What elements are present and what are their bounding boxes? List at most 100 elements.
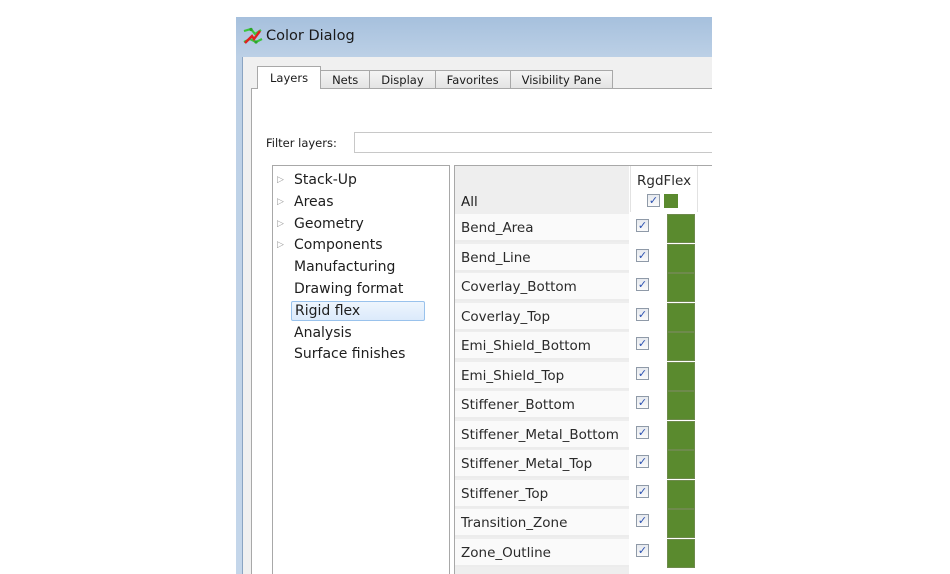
layer-row: Coverlay_Bottom ✓ — [455, 273, 695, 302]
visibility-cell: ✓ — [630, 302, 662, 331]
expand-arrow-icon[interactable]: ▷ — [277, 235, 291, 255]
layer-color-swatch[interactable] — [667, 538, 695, 568]
layer-row: Bend_Area ✓ — [455, 214, 695, 243]
tab-nets[interactable]: Nets — [320, 70, 371, 89]
layer-visibility-checkbox[interactable]: ✓ — [636, 219, 649, 232]
layer-row: Stiffener_Bottom ✓ — [455, 391, 695, 420]
tree-item-label: Areas — [294, 193, 334, 210]
layer-name: Zone_Outline — [455, 538, 629, 567]
layer-row: Stiffener_Top ✓ — [455, 479, 695, 509]
expand-arrow-icon[interactable]: ▷ — [277, 214, 291, 234]
layer-color-swatch[interactable] — [667, 509, 695, 538]
layer-color-swatch[interactable] — [667, 243, 695, 273]
visibility-cell: ✓ — [630, 391, 662, 419]
layer-name: Stiffener_Metal_Top — [455, 450, 629, 478]
tree-item-label: Surface finishes — [294, 346, 406, 363]
layer-row: Stiffener_Metal_Bottom ✓ — [455, 420, 695, 450]
layer-name: Emi_Shield_Top — [455, 361, 629, 390]
layer-visibility-checkbox[interactable]: ✓ — [636, 396, 649, 409]
visibility-cell: ✓ — [630, 538, 662, 567]
layer-color-grid: All RgdFlex ✓ Bend_Area ✓ Bend_Line ✓ Coverl… — [454, 165, 712, 574]
layer-visibility-checkbox[interactable]: ✓ — [636, 484, 649, 498]
tree-item-surface-finishes[interactable]: Surface finishes — [277, 344, 408, 364]
layer-name: Stiffener_Metal_Bottom — [455, 420, 629, 449]
tree-item-stack-up[interactable]: ▷ Stack-Up — [277, 170, 360, 190]
expand-arrow-icon[interactable]: ▷ — [277, 192, 291, 212]
layer-visibility-checkbox[interactable]: ✓ — [636, 455, 649, 468]
layer-row: Emi_Shield_Bottom ✓ — [455, 332, 695, 361]
visibility-cell: ✓ — [630, 509, 662, 537]
tree-item-manufacturing[interactable]: Manufacturing — [277, 257, 398, 277]
rgdflex-all-checkbox[interactable]: ✓ — [647, 194, 660, 207]
tree-item-rigid-flex[interactable]: Rigid flex — [277, 300, 425, 321]
tab-layers[interactable]: Layers — [257, 66, 322, 89]
tree-item-analysis[interactable]: Analysis — [277, 323, 355, 343]
visibility-cell: ✓ — [630, 361, 662, 390]
visibility-cell: ✓ — [630, 450, 662, 478]
rgdflex-column-header: RgdFlex ✓ — [630, 166, 698, 212]
layers-tab-page: Filter layers: ▷ Stack-Up ▷ Areas ▷ Geometry ▷… — [251, 88, 712, 574]
layer-visibility-checkbox[interactable]: ✓ — [636, 278, 649, 291]
layer-name: Coverlay_Top — [455, 302, 629, 331]
layer-category-tree: ▷ Stack-Up ▷ Areas ▷ Geometry ▷ Components Manuf… — [272, 165, 450, 574]
layer-row: Coverlay_Top ✓ — [455, 302, 695, 332]
visibility-cell: ✓ — [630, 243, 662, 272]
layer-name: Bend_Area — [455, 214, 629, 242]
tree-item-geometry[interactable]: ▷ Geometry — [277, 214, 367, 234]
tree-item-label: Analysis — [294, 324, 352, 341]
layer-name: Bend_Line — [455, 243, 629, 272]
rgdflex-column-name: RgdFlex — [637, 173, 692, 189]
layer-name: Coverlay_Bottom — [455, 273, 629, 301]
visibility-cell: ✓ — [630, 273, 662, 301]
tree-item-label: Rigid flex — [291, 300, 425, 321]
layer-visibility-checkbox[interactable]: ✓ — [636, 543, 649, 557]
tree-item-label: Stack-Up — [294, 172, 357, 188]
layer-visibility-checkbox[interactable]: ✓ — [636, 248, 649, 262]
layer-color-swatch[interactable] — [667, 361, 695, 391]
layer-visibility-checkbox[interactable]: ✓ — [636, 425, 649, 439]
window-title: Color Dialog — [266, 28, 355, 44]
tree-item-label: Geometry — [294, 215, 364, 232]
layer-visibility-checkbox[interactable]: ✓ — [636, 514, 649, 527]
layer-color-swatch[interactable] — [667, 450, 695, 479]
filter-layers-input[interactable] — [354, 132, 712, 153]
layer-color-swatch[interactable] — [667, 214, 695, 243]
tab-visibility-pane[interactable]: Visibility Pane — [509, 70, 614, 89]
title-bar[interactable]: Color Dialog — [236, 17, 712, 57]
tab-display[interactable]: Display — [369, 70, 436, 89]
layer-color-swatch[interactable] — [667, 479, 695, 509]
layer-name: Emi_Shield_Bottom — [455, 332, 629, 360]
layer-visibility-checkbox[interactable]: ✓ — [636, 337, 649, 350]
layer-row: Stiffener_Metal_Top ✓ — [455, 450, 695, 479]
tree-item-label: Components — [294, 237, 383, 254]
tab-favorites[interactable]: Favorites — [434, 70, 511, 89]
dialog-client-area: Layers Nets Display Favorites Visibility… — [242, 57, 712, 574]
layer-visibility-checkbox[interactable]: ✓ — [636, 307, 649, 321]
layer-row: Emi_Shield_Top ✓ — [455, 361, 695, 391]
rgdflex-all-color-swatch[interactable] — [664, 194, 678, 208]
layer-row: Transition_Zone ✓ — [455, 509, 695, 538]
tree-item-label: Manufacturing — [294, 259, 396, 276]
layer-visibility-checkbox[interactable]: ✓ — [636, 366, 649, 380]
layer-color-swatch[interactable] — [667, 273, 695, 302]
layer-name: Stiffener_Bottom — [455, 391, 629, 419]
tree-item-areas[interactable]: ▷ Areas — [277, 192, 337, 212]
layer-row: Zone_Outline ✓ — [455, 538, 695, 568]
layer-color-swatch[interactable] — [667, 302, 695, 332]
visibility-cell: ✓ — [630, 420, 662, 449]
tree-item-label: Drawing format — [294, 281, 404, 297]
expand-arrow-icon[interactable]: ▷ — [277, 170, 291, 190]
tree-item-drawing-format[interactable]: Drawing format — [277, 279, 406, 299]
layer-color-swatch[interactable] — [667, 332, 695, 361]
visibility-cell: ✓ — [630, 479, 662, 508]
layer-row: Bend_Line ✓ — [455, 243, 695, 273]
color-dialog-window: Color Dialog Layers Nets Display Favorit… — [236, 17, 712, 574]
visibility-cell: ✓ — [630, 214, 662, 242]
tree-item-components[interactable]: ▷ Components — [277, 235, 386, 255]
layer-name: Transition_Zone — [455, 509, 629, 537]
all-layers-header: All — [461, 194, 478, 210]
layer-color-swatch[interactable] — [667, 391, 695, 420]
layer-color-swatch[interactable] — [667, 420, 695, 450]
color-dialog-app-icon — [243, 27, 263, 44]
layer-name: Stiffener_Top — [455, 479, 629, 508]
